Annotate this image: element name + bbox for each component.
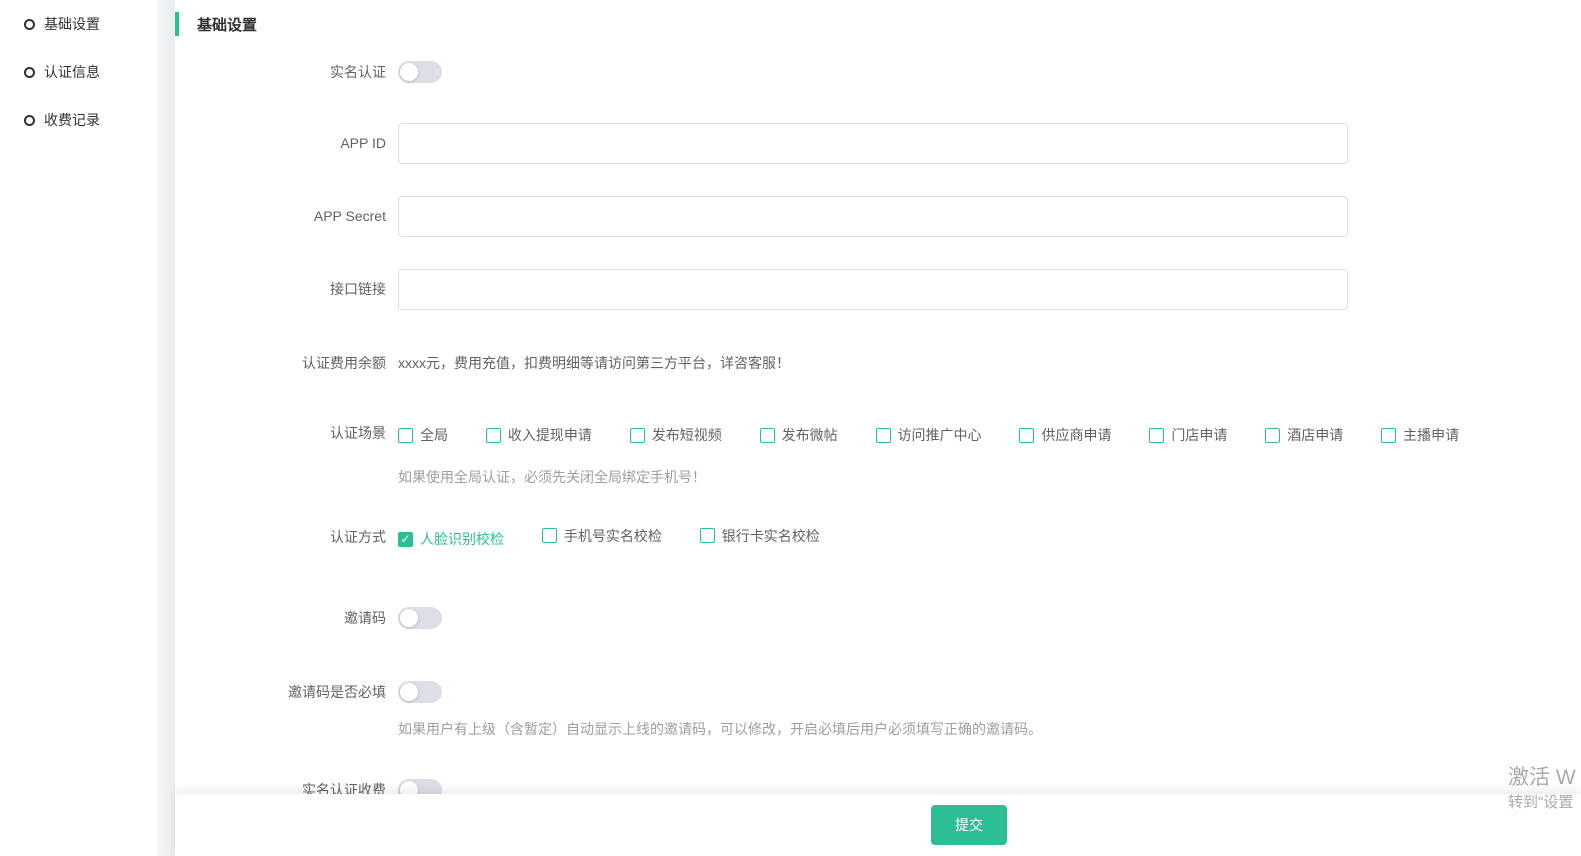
circle-icon: [24, 115, 35, 126]
app-secret-label: APP Secret: [175, 196, 398, 237]
auth-method-row: 认证方式 ✓ 人脸识别校检 ✓ 手机号实名校检 ✓ 银行卡实名校检: [175, 526, 1581, 550]
checkbox-label: 发布微帖: [782, 425, 838, 445]
checkbox-label: 银行卡实名校检: [722, 526, 820, 546]
form-footer: 提交: [175, 794, 1581, 856]
sidebar-item-auth-info[interactable]: 认证信息: [24, 62, 157, 82]
auth-scene-label: 认证场景: [175, 425, 398, 442]
sidebar-divider: [157, 0, 175, 856]
submit-button[interactable]: 提交: [931, 805, 1007, 845]
auth-fee-balance-value: xxxx元，费用充值，扣费明细等请访问第三方平台，详咨客服！: [398, 355, 790, 371]
sidebar-item-basic-settings[interactable]: 基础设置: [24, 14, 157, 34]
checkbox-phone-realname[interactable]: ✓ 手机号实名校检: [542, 526, 662, 546]
api-link-label: 接口链接: [175, 269, 398, 310]
app-secret-row: APP Secret: [175, 196, 1581, 237]
toggle-knob: [400, 609, 418, 627]
checkbox-publish-short-video[interactable]: ✓ 发布短视频: [630, 425, 722, 445]
invite-code-row: 邀请码: [175, 607, 1581, 629]
checkbox-label: 主播申请: [1403, 425, 1459, 445]
auth-scene-help: 如果使用全局认证，必须先关闭全局绑定手机号！: [398, 467, 1581, 487]
sidebar-item-label: 认证信息: [44, 62, 100, 82]
checkbox-icon: ✓: [700, 528, 715, 543]
checkbox-icon: ✓: [398, 532, 413, 547]
realname-auth-row: 实名认证: [175, 61, 1581, 83]
auth-scene-row: 认证场景 ✓ 全局 ✓ 收入提现申请 ✓ 发布短视频 ✓ 发布微帖: [175, 425, 1581, 487]
checkbox-bankcard-realname[interactable]: ✓ 银行卡实名校检: [700, 526, 820, 546]
checkbox-hotel-apply[interactable]: ✓ 酒店申请: [1265, 425, 1343, 445]
checkbox-global[interactable]: ✓ 全局: [398, 425, 448, 445]
checkbox-supplier-apply[interactable]: ✓ 供应商申请: [1019, 425, 1111, 445]
checkbox-icon: ✓: [486, 428, 501, 443]
invite-code-toggle[interactable]: [398, 607, 442, 629]
checkbox-label: 人脸识别校检: [420, 529, 504, 549]
page-title: 基础设置: [175, 12, 1581, 36]
auth-method-label: 认证方式: [175, 529, 398, 546]
checkbox-face-recognition[interactable]: ✓ 人脸识别校检: [398, 529, 504, 549]
realname-auth-toggle[interactable]: [398, 61, 442, 83]
check-icon: ✓: [400, 533, 410, 545]
api-link-input[interactable]: [398, 269, 1348, 310]
realname-auth-label: 实名认证: [175, 61, 398, 83]
checkbox-publish-micro-post[interactable]: ✓ 发布微帖: [760, 425, 838, 445]
app-id-input[interactable]: [398, 123, 1348, 164]
sidebar-item-label: 收费记录: [44, 110, 100, 130]
api-link-row: 接口链接: [175, 269, 1581, 310]
checkbox-icon: ✓: [876, 428, 891, 443]
checkbox-icon: ✓: [542, 528, 557, 543]
checkbox-income-withdraw[interactable]: ✓ 收入提现申请: [486, 425, 592, 445]
sidebar-item-charge-records[interactable]: 收费记录: [24, 110, 157, 130]
settings-panel: 基础设置 实名认证 APP ID APP Secret 接口链接 认证费用余额 …: [175, 0, 1581, 856]
checkbox-visit-promo-center[interactable]: ✓ 访问推广中心: [876, 425, 982, 445]
app-id-label: APP ID: [175, 123, 398, 164]
checkbox-label: 发布短视频: [652, 425, 722, 445]
checkbox-icon: ✓: [1149, 428, 1164, 443]
checkbox-label: 门店申请: [1171, 425, 1227, 445]
checkbox-icon: ✓: [398, 428, 413, 443]
auth-fee-balance-label: 认证费用余额: [175, 353, 398, 373]
sidebar-item-label: 基础设置: [44, 14, 100, 34]
toggle-knob: [400, 683, 418, 701]
checkbox-label: 收入提现申请: [508, 425, 592, 445]
checkbox-label: 访问推广中心: [898, 425, 982, 445]
auth-fee-balance-row: 认证费用余额 xxxx元，费用充值，扣费明细等请访问第三方平台，详咨客服！: [175, 353, 1581, 373]
checkbox-icon: ✓: [760, 428, 775, 443]
circle-icon: [24, 19, 35, 30]
app-secret-input[interactable]: [398, 196, 1348, 237]
checkbox-icon: ✓: [1381, 428, 1396, 443]
app-id-row: APP ID: [175, 123, 1581, 164]
sidebar: 基础设置 认证信息 收费记录: [0, 0, 157, 856]
checkbox-anchor-apply[interactable]: ✓ 主播申请: [1381, 425, 1459, 445]
invite-code-required-help: 如果用户有上级（含暂定）自动显示上线的邀请码，可以修改，开启必填后用户必须填写正…: [398, 719, 1581, 739]
invite-code-label: 邀请码: [175, 607, 398, 629]
checkbox-icon: ✓: [1265, 428, 1280, 443]
invite-code-required-row: 邀请码是否必填 如果用户有上级（含暂定）自动显示上线的邀请码，可以修改，开启必填…: [175, 681, 1581, 739]
invite-code-required-toggle[interactable]: [398, 681, 442, 703]
checkbox-label: 全局: [420, 425, 448, 445]
checkbox-label: 手机号实名校检: [564, 526, 662, 546]
invite-code-required-label: 邀请码是否必填: [175, 681, 398, 703]
checkbox-icon: ✓: [630, 428, 645, 443]
checkbox-icon: ✓: [1019, 428, 1034, 443]
circle-icon: [24, 67, 35, 78]
auth-scene-options: ✓ 全局 ✓ 收入提现申请 ✓ 发布短视频 ✓ 发布微帖 ✓ 访问推广中心: [398, 425, 1581, 446]
checkbox-label: 酒店申请: [1287, 425, 1343, 445]
checkbox-label: 供应商申请: [1041, 425, 1111, 445]
toggle-knob: [400, 63, 418, 81]
checkbox-store-apply[interactable]: ✓ 门店申请: [1149, 425, 1227, 445]
